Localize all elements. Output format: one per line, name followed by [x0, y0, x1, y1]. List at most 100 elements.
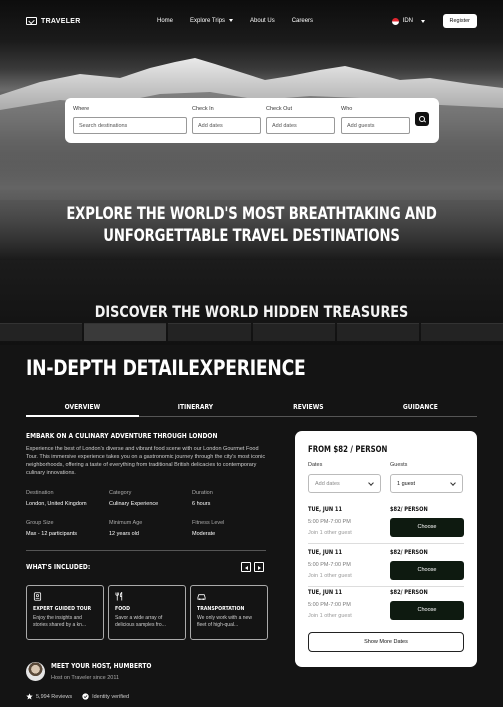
who-label: Who	[341, 106, 353, 112]
chevron-down-icon	[450, 480, 456, 486]
included-card[interactable]: EXPERT GUIDED TOUR Enjoy the insights an…	[26, 585, 104, 640]
fact-category: Category Culinary Experience	[109, 490, 158, 507]
check-in-input[interactable]: Add dates	[192, 117, 261, 134]
choose-button[interactable]: Choose	[390, 518, 464, 537]
fact-label: Destination	[26, 490, 54, 496]
guests-select-value: 1 guest	[397, 481, 416, 487]
slot-time: 5:00 PM-7:00 PM	[308, 602, 351, 608]
gallery-thumb[interactable]	[168, 323, 251, 341]
register-button[interactable]: Register	[442, 14, 477, 28]
slot-time: 5:00 PM-7:00 PM	[308, 519, 351, 525]
hero-title: EXPLORE THE WORLD'S MOST BREATHTAKING AN…	[66, 203, 437, 247]
overview-panel: EMBARK ON A CULINARY ADVENTURE THROUGH L…	[26, 432, 266, 551]
tab-guidance[interactable]: GUIDANCE	[373, 403, 469, 416]
gallery-thumb[interactable]	[252, 323, 335, 341]
nav-item-about-us[interactable]: About Us	[250, 18, 275, 24]
choose-button[interactable]: Choose	[390, 561, 464, 580]
host-reviews-count: 5,994 Reviews	[36, 693, 73, 700]
hero-title-line-1: EXPLORE THE WORLD'S MOST BREATHTAKING AN…	[66, 204, 437, 223]
flag-icon	[391, 17, 399, 25]
slot-date: TUE, JUN 11	[308, 549, 342, 556]
slot-join: Join 1 other guest	[308, 573, 352, 579]
who-field: Who Add guests	[341, 106, 410, 134]
check-out-label: Check Out	[266, 106, 292, 112]
section-heading-discover: DISCOVER THE WORLD HIDDEN TREASURES	[94, 302, 409, 321]
language-code: IDN	[402, 18, 413, 24]
fact-minimum-age: Minimum Age 12 years old	[109, 520, 142, 537]
booking-card: FROM $82 / PERSON Dates Guests Add dates…	[295, 431, 477, 667]
verified-icon	[82, 693, 89, 700]
search-button[interactable]	[415, 112, 429, 126]
included-cards: EXPERT GUIDED TOUR Enjoy the insights an…	[26, 585, 268, 640]
active-tab-indicator	[26, 415, 139, 417]
dates-select[interactable]: Add dates	[308, 474, 381, 493]
fact-value: Culinary Experience	[109, 501, 159, 507]
fact-fitness-level: Fitness Level Moderate	[192, 520, 224, 537]
chevron-down-icon	[368, 480, 374, 486]
gallery-thumb[interactable]	[336, 323, 419, 341]
fact-label: Category	[109, 490, 132, 496]
fact-value: 6 hours	[192, 501, 211, 507]
avatar[interactable]	[26, 662, 45, 681]
guests-label: Guests	[390, 462, 408, 468]
check-in-label: Check In	[192, 106, 214, 112]
included-carousel-controls	[241, 562, 264, 572]
detail-heading: IN-DEPTH DETAILEXPERIENCE	[26, 356, 306, 380]
included-card[interactable]: TRANSPORTATION We only work with a new f…	[190, 585, 268, 640]
nav-item-home[interactable]: Home	[157, 18, 173, 24]
id-badge-icon	[33, 592, 42, 601]
host-since: Host on Traveler since 2011	[51, 675, 120, 681]
dates-select-value: Add dates	[315, 481, 340, 487]
check-out-field: Check Out Add dates	[266, 106, 335, 134]
fact-label: Fitness Level	[192, 520, 225, 526]
fact-duration: Duration 6 hours	[192, 490, 213, 507]
slot-price: $82/ PERSON	[390, 506, 428, 513]
fact-group-size: Group Size Max - 12 participants	[26, 520, 77, 537]
show-more-dates-button[interactable]: Show More Dates	[308, 632, 464, 652]
next-arrow-icon[interactable]	[254, 562, 264, 572]
fact-label: Group Size	[26, 520, 54, 526]
included-card-text: Savor a wide array of delicious samples …	[115, 615, 166, 628]
host-meta: 5,994 Reviews Identity verified	[26, 693, 129, 700]
gallery-thumb[interactable]	[84, 323, 167, 341]
nav-menu: Home Explore Trips About Us Careers	[157, 18, 313, 24]
fact-value: Max - 12 participants	[26, 531, 78, 537]
tab-reviews[interactable]: REVIEWS	[260, 403, 356, 416]
chevron-down-icon	[421, 19, 425, 23]
slot-date: TUE, JUN 11	[308, 506, 342, 513]
brand-logo[interactable]: TRAVELER	[26, 17, 81, 25]
booking-price: FROM $82 / PERSON	[308, 445, 388, 455]
check-out-input[interactable]: Add dates	[266, 117, 335, 134]
page: TRAVELER Home Explore Trips About Us Car…	[0, 0, 503, 707]
mountain-backdrop	[0, 58, 503, 260]
gallery-strip	[0, 323, 503, 341]
car-icon	[197, 594, 206, 601]
guests-select[interactable]: 1 guest	[390, 474, 463, 493]
fact-value: London, United Kingdom	[26, 501, 87, 507]
included-card-text: We only work with a new fleet of high-qu…	[197, 615, 252, 628]
gallery-thumb[interactable]	[420, 323, 503, 341]
host-verified-label: Identity verified	[92, 693, 130, 700]
tab-itinerary[interactable]: ITINERARY	[147, 403, 243, 416]
chevron-down-icon	[229, 18, 234, 22]
host-name: MEET YOUR HOST, HUMBERTO	[51, 662, 152, 670]
where-field: Where Search destinations	[73, 106, 187, 134]
included-card-text: Enjoy the insights and stories shared by…	[33, 615, 87, 628]
nav-item-explore-trips[interactable]: Explore Trips	[190, 18, 234, 24]
nav-item-label: Explore Trips	[190, 18, 226, 24]
gallery-thumb[interactable]	[0, 323, 83, 341]
who-input[interactable]: Add guests	[341, 117, 410, 134]
experience-description: Experience the best of London's diverse …	[26, 446, 266, 476]
slot-price: $82/ PERSON	[390, 589, 428, 596]
choose-button[interactable]: Choose	[390, 601, 464, 620]
where-input[interactable]: Search destinations	[73, 117, 187, 134]
host-verified: Identity verified	[82, 693, 129, 700]
previous-arrow-icon[interactable]	[241, 562, 251, 572]
host-reviews: 5,994 Reviews	[26, 693, 72, 700]
dates-label: Dates	[308, 462, 323, 468]
brand-name: TRAVELER	[41, 17, 81, 25]
included-card[interactable]: FOOD Savor a wide array of delicious sam…	[108, 585, 186, 640]
included-card-title: TRANSPORTATION	[197, 606, 245, 612]
language-selector[interactable]: IDN	[391, 17, 425, 25]
nav-item-careers[interactable]: Careers	[292, 18, 313, 24]
